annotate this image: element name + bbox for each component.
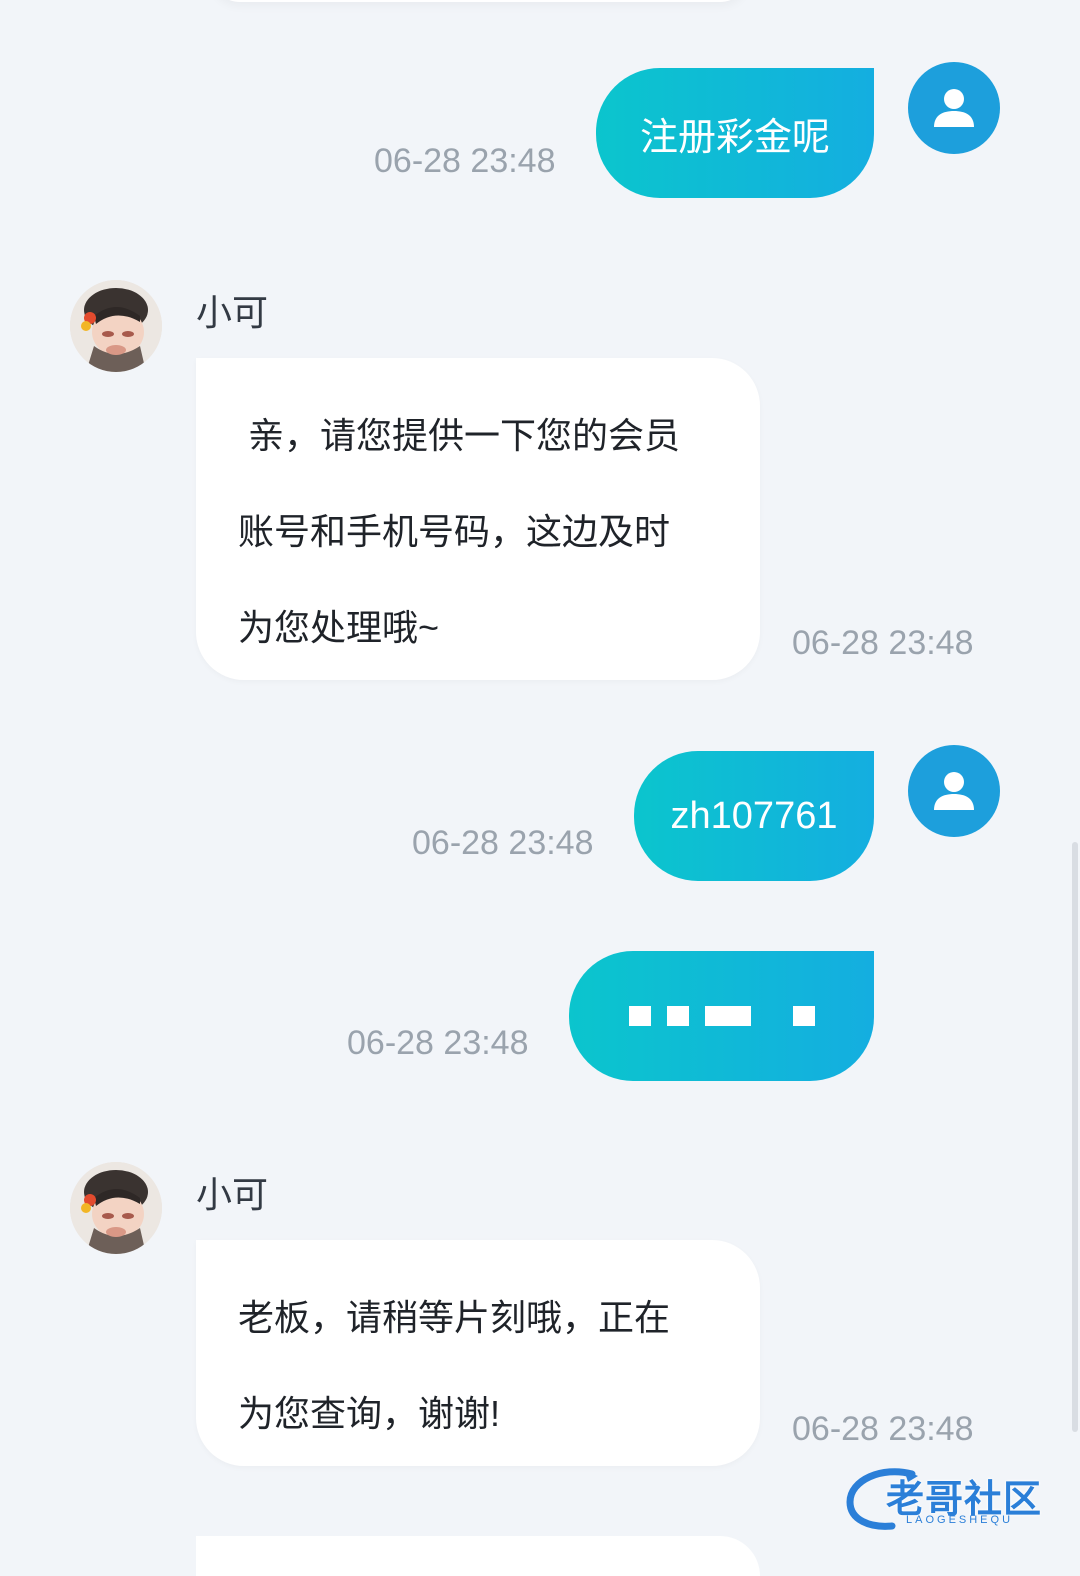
message-timestamp: 06-28 23:48: [374, 142, 556, 180]
redaction-block: [628, 1006, 651, 1026]
agent-name: 小可: [196, 292, 269, 333]
message-timestamp: 06-28 23:48: [792, 624, 974, 662]
agent-photo-icon: [70, 280, 162, 372]
incoming-message-bubble[interactable]: 老板，请稍等片刻哦，正在 为您查询，谢谢!: [196, 1240, 760, 1466]
agent-name: 小可: [196, 1174, 269, 1215]
previous-message-bubble: [210, 0, 750, 2]
user-avatar[interactable]: [908, 745, 1000, 837]
message-line: 账号和手机号码，这边及时: [238, 511, 671, 552]
redaction-block: [666, 1006, 689, 1026]
scrollbar[interactable]: [1072, 842, 1078, 1432]
message-timestamp: 06-28 23:48: [412, 824, 594, 862]
message-line: 亲，请您提供一下您的会员: [238, 415, 681, 456]
outgoing-message-bubble-redacted[interactable]: [569, 951, 874, 1081]
redaction-block: [792, 1006, 815, 1026]
watermark-logo: 老哥社区 LAOGESHEQU: [842, 1466, 1072, 1532]
outgoing-message-bubble[interactable]: 注册彩金呢: [596, 68, 874, 198]
message-text: 注册彩金呢: [639, 116, 830, 159]
message-line: 老板，请稍等片刻哦，正在: [238, 1297, 671, 1338]
user-silhouette-icon: [934, 772, 974, 810]
message-line: 为您查询，谢谢!: [238, 1393, 501, 1434]
user-silhouette-icon: [934, 89, 974, 127]
agent-avatar[interactable]: [70, 280, 162, 372]
outgoing-message-bubble[interactable]: zh107761: [634, 751, 874, 881]
user-avatar[interactable]: [908, 62, 1000, 154]
message-timestamp: 06-28 23:48: [792, 1410, 974, 1448]
incoming-message-bubble[interactable]: 亲，请您提供一下您的会员 账号和手机号码，这边及时 为您处理哦~: [196, 358, 760, 680]
message-line: 为您处理哦~: [238, 607, 440, 648]
message-timestamp: 06-28 23:48: [347, 1024, 529, 1062]
watermark-subtext: LAOGESHEQU: [906, 1514, 1014, 1526]
agent-avatar[interactable]: [70, 1162, 162, 1254]
agent-photo-icon: [70, 1162, 162, 1254]
next-message-bubble: [196, 1536, 760, 1576]
message-text: zh107761: [670, 794, 838, 837]
redaction-block: [704, 1006, 751, 1026]
